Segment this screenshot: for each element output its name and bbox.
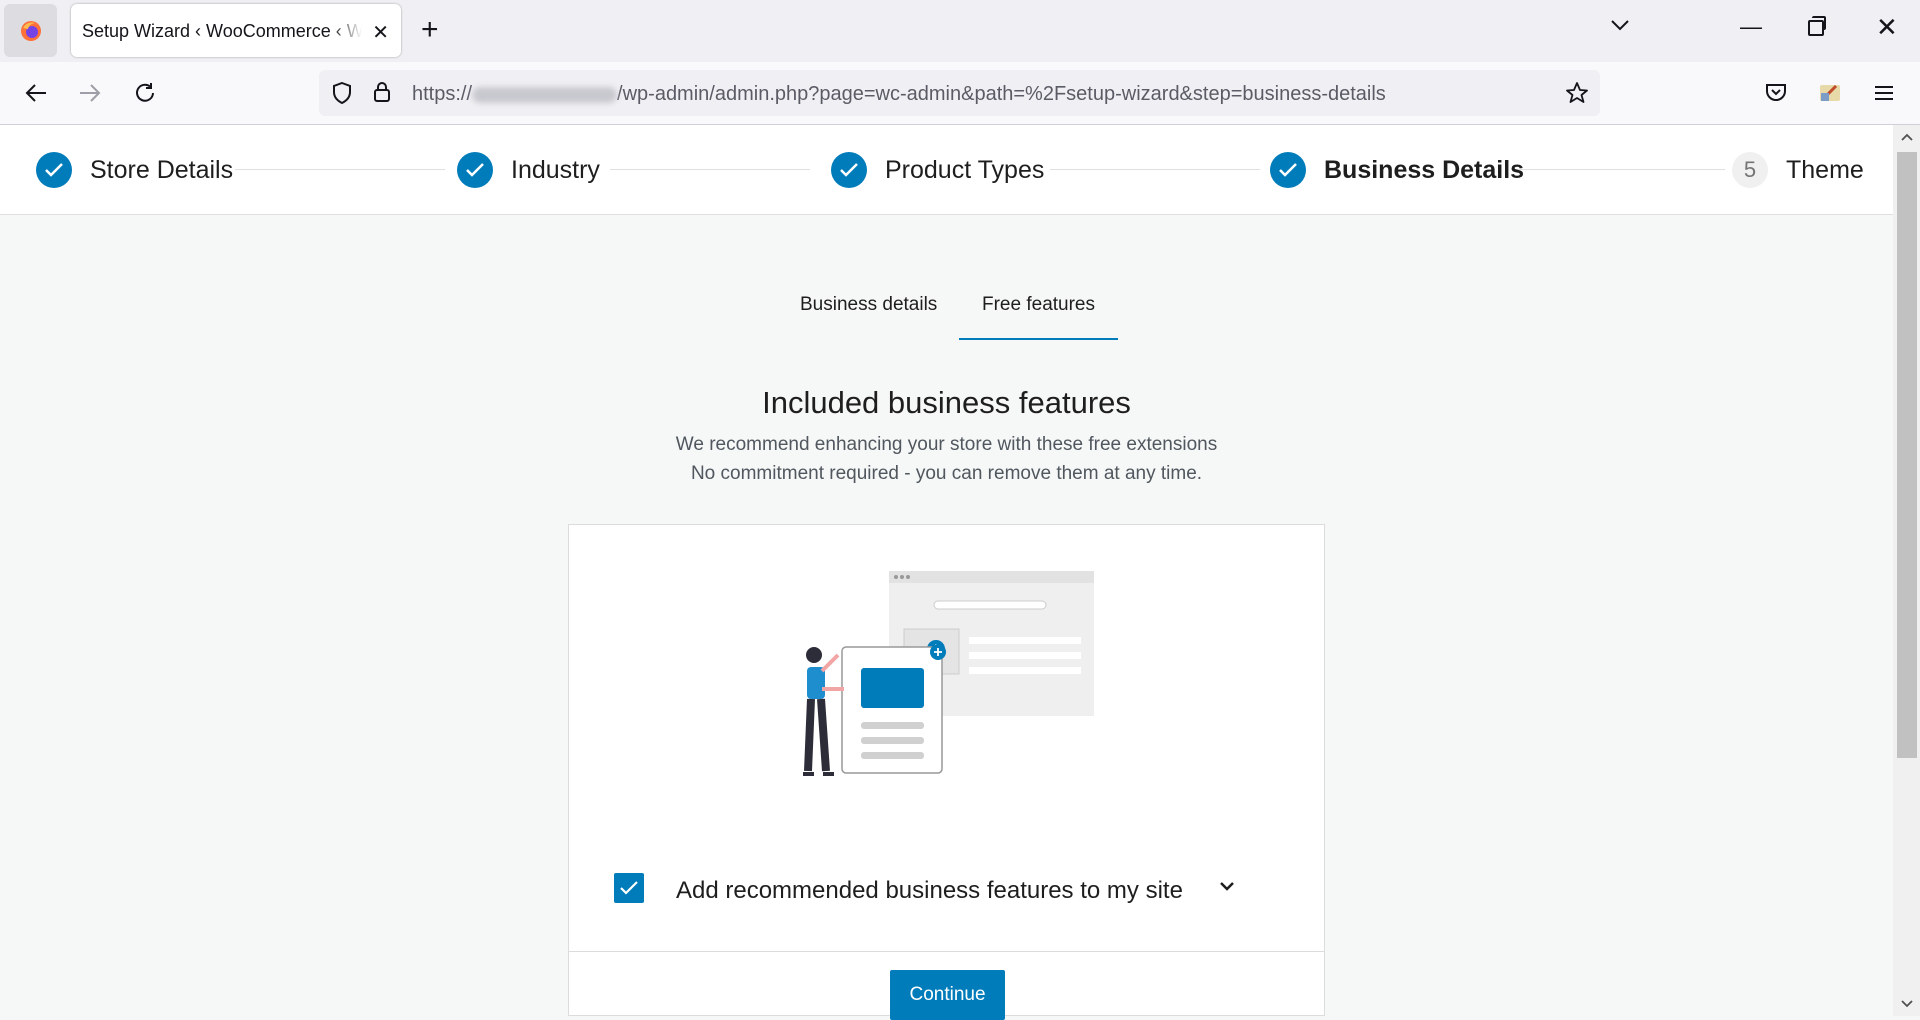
checkbox-label[interactable]: Add recommended business features to my … [676, 877, 1183, 905]
step-label: Industry [511, 155, 600, 184]
step-store-details[interactable]: Store Details [36, 151, 233, 189]
business-features-illustration [803, 571, 1094, 776]
window-restore-icon[interactable] [1808, 16, 1826, 36]
forward-arrow-icon[interactable] [76, 79, 104, 107]
continue-button[interactable]: Continue [890, 970, 1005, 1020]
url-text: https:// /wp-admin/admin.php?page=wc-admi… [412, 83, 1386, 106]
scrollbar-thumb[interactable] [1897, 152, 1917, 758]
step-connector [610, 169, 810, 170]
tracking-protection-shield-icon[interactable] [332, 82, 352, 104]
page-scrollbar[interactable] [1893, 125, 1920, 1016]
step-business-details[interactable]: Business Details [1270, 151, 1524, 189]
page-subtitle: No commitment required - you can remove … [690, 463, 1203, 484]
browser-nav-bar: https:// /wp-admin/admin.php?page=wc-admi… [0, 62, 1920, 125]
firefox-menu-button[interactable] [4, 4, 57, 57]
browser-tab-bar: Setup Wizard ‹ WooCommerce ‹ WordPress ✕… [0, 0, 1920, 62]
list-all-tabs-icon[interactable] [1610, 18, 1630, 32]
setup-wizard-stepper: Store Details Industry Product Types Bus… [0, 125, 1893, 215]
chevron-down-icon[interactable] [1219, 881, 1235, 891]
step-theme[interactable]: 5 Theme [1732, 151, 1864, 189]
scroll-up-icon[interactable] [1893, 125, 1920, 149]
step-connector [1515, 169, 1725, 170]
tab-free-features[interactable]: Free features [982, 294, 1095, 316]
extension-icon[interactable] [1816, 79, 1844, 107]
step-label: Store Details [90, 155, 234, 184]
window-minimize-icon[interactable]: — [1740, 14, 1762, 40]
tab-business-details[interactable]: Business details [800, 294, 937, 316]
tab-close-icon[interactable]: ✕ [372, 20, 389, 45]
step-number: 5 [1732, 152, 1768, 188]
check-icon [831, 152, 867, 188]
url-hostname-redacted [472, 86, 618, 103]
page-title: Included business features [762, 385, 1131, 420]
scroll-down-icon[interactable] [1893, 992, 1920, 1016]
firefox-logo-icon [20, 20, 41, 41]
step-label: Theme [1786, 155, 1864, 184]
address-bar[interactable]: https:// /wp-admin/admin.php?page=wc-admi… [319, 70, 1600, 116]
lock-icon[interactable] [373, 81, 391, 103]
hamburger-menu-icon[interactable] [1870, 79, 1898, 107]
url-path: /wp-admin/admin.php?page=wc-admin&path=%… [617, 83, 1386, 105]
browser-tab-active[interactable]: Setup Wizard ‹ WooCommerce ‹ WordPress ✕ [71, 4, 401, 57]
check-icon [36, 152, 72, 188]
recommended-features-checkbox[interactable] [614, 873, 644, 903]
step-connector [235, 169, 445, 170]
step-product-types[interactable]: Product Types [831, 151, 1044, 189]
check-icon [620, 881, 638, 895]
back-arrow-icon[interactable] [22, 79, 50, 107]
step-industry[interactable]: Industry [457, 151, 600, 189]
card-divider [569, 951, 1324, 952]
window-close-icon[interactable]: ✕ [1876, 12, 1898, 43]
url-prefix: https:// [412, 83, 473, 105]
check-icon [1270, 152, 1306, 188]
step-label: Business Details [1324, 155, 1525, 184]
new-tab-icon[interactable]: + [421, 13, 439, 47]
tab-title: Setup Wizard ‹ WooCommerce ‹ WordPress [82, 21, 362, 41]
check-icon [457, 152, 493, 188]
business-features-card: Add recommended business features to my … [568, 524, 1325, 1020]
step-connector [1050, 169, 1260, 170]
bookmark-star-icon[interactable] [1565, 81, 1589, 105]
pocket-icon[interactable] [1762, 79, 1790, 107]
active-tab-indicator [959, 338, 1118, 340]
page-subtitle: We recommend enhancing your store with t… [675, 434, 1218, 455]
reload-icon[interactable] [131, 79, 159, 107]
step-label: Product Types [885, 155, 1045, 184]
